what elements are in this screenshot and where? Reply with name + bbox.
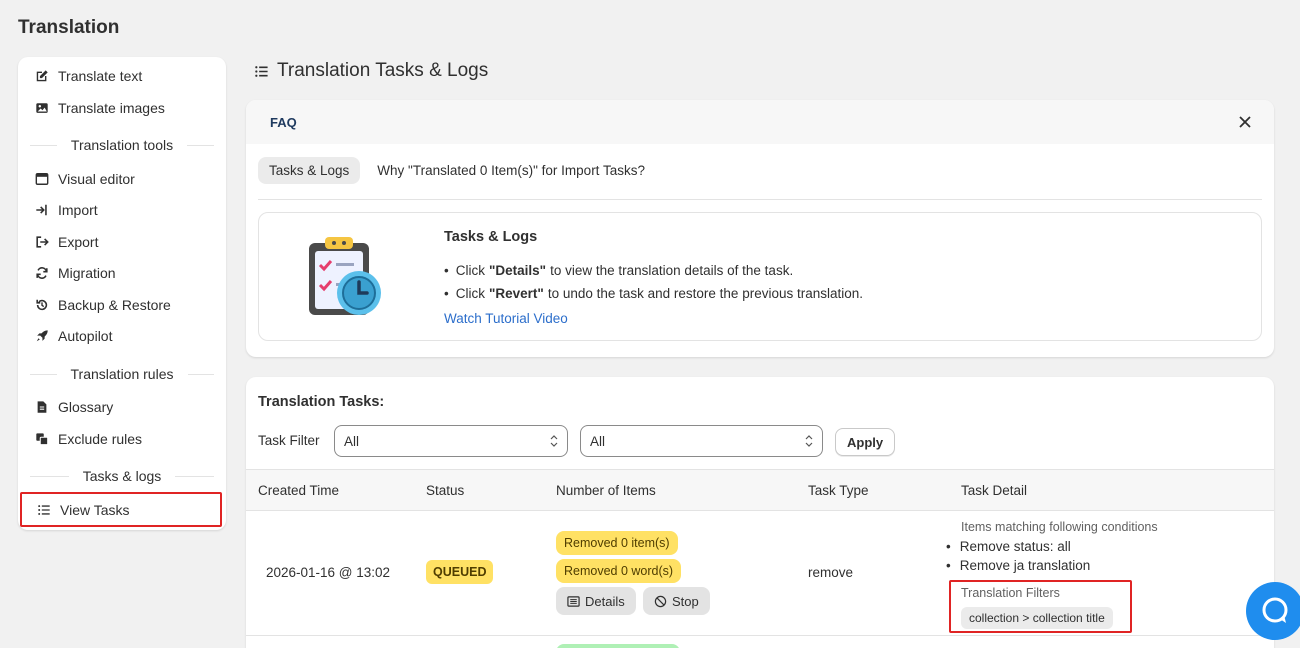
page-title: Translation Tasks & Logs [254,60,488,82]
chat-button[interactable] [1246,582,1300,640]
import-icon [35,203,49,217]
table-header: Created Time Status Number of Items Task… [246,469,1274,511]
sidebar-item-export[interactable]: Export [18,229,226,255]
filters-caption: Translation Filters [961,586,1060,600]
sidebar-item-visual-editor[interactable]: Visual editor [18,166,226,192]
sidebar-item-exclude-rules[interactable]: Exclude rules [18,426,226,452]
sidebar-item-translate-images[interactable]: Translate images [18,95,226,121]
column-header: Task Type [808,483,869,498]
list-icon [254,64,269,79]
rocket-icon [35,329,49,343]
words-badge: Removed 0 word(s) [556,559,682,583]
task-filter-select-1[interactable]: All [334,425,568,457]
task-filter-label: Task Filter [258,433,320,448]
status-badge-next [556,644,680,648]
sidebar-item-label: Exclude rules [58,431,143,447]
faq-header: FAQ [246,100,1274,144]
details-button[interactable]: Details [556,587,636,615]
apply-button[interactable]: Apply [835,428,896,456]
stop-button[interactable]: Stop [643,587,710,615]
sidebar: Translate text Translate images Translat… [18,57,226,530]
sidebar-item-label: Visual editor [58,171,135,187]
stop-circle-icon [654,595,667,607]
app-title: Translation [18,17,120,38]
refresh-icon [35,266,49,280]
divider [258,199,1262,200]
clipboard-clock-icon [303,233,387,323]
detail-list: Remove status: all Remove ja translation [946,537,1091,575]
items-badge: Removed 0 item(s) [556,531,678,555]
history-icon [35,298,49,312]
list-icon [37,503,51,517]
created-time: 2026-01-16 @ 13:02 [266,565,391,580]
list-item: Remove status: all [946,537,1090,556]
status-badge: QUEUED [426,560,494,584]
watch-tutorial-link[interactable]: Watch Tutorial Video [444,311,568,326]
faq-body-title: Tasks & Logs [444,229,538,245]
faq-tab-import-question[interactable]: Why "Translated 0 Item(s)" for Import Ta… [366,157,656,184]
faq-bullets: Click"Details"to view the translation de… [444,259,863,305]
faq-label: FAQ [270,114,297,130]
sidebar-item-view-tasks[interactable]: View Tasks [20,492,222,527]
chevron-up-down-icon [549,432,559,450]
detail-caption: Items matching following conditions [961,520,1158,534]
layers-icon [35,432,49,446]
sidebar-item-label: Translate images [58,100,165,116]
faq-tab-tasks-logs[interactable]: Tasks & Logs [258,157,361,184]
browser-icon [35,172,49,186]
sidebar-item-label: Glossary [58,399,114,415]
tasks-card: Translation Tasks: Task Filter All All A… [246,377,1274,648]
image-icon [35,101,49,115]
sidebar-item-label: Autopilot [58,328,113,344]
tasks-title: Translation Tasks: [258,394,385,410]
column-header: Created Time [258,483,340,498]
translation-filters-box: Translation Filters collection > collect… [949,580,1132,633]
sidebar-item-autopilot[interactable]: Autopilot [18,323,226,349]
sidebar-item-import[interactable]: Import [18,197,226,223]
chevron-up-down-icon [804,432,814,450]
sidebar-item-backup-restore[interactable]: Backup & Restore [18,292,226,318]
sidebar-item-label: Export [58,234,99,250]
faq-tabs: Tasks & Logs Why "Translated 0 Item(s)" … [258,157,656,184]
export-icon [35,235,49,249]
faq-content: Tasks & Logs Click"Details"to view the t… [258,212,1262,341]
task-filter-select-2[interactable]: All [580,425,823,457]
sidebar-item-label: View Tasks [60,501,130,518]
column-header: Status [426,483,465,498]
list-item: Remove ja translation [946,556,1091,575]
section-translation-tools: Translation tools [30,137,214,153]
sidebar-item-label: Backup & Restore [58,297,171,313]
filter-tag: collection > collection title [961,607,1113,629]
column-header: Number of Items [556,483,656,498]
document-icon [35,400,49,414]
list-item: Click"Revert"to undo the task and restor… [444,282,863,305]
sidebar-item-glossary[interactable]: Glossary [18,394,226,420]
chat-bubble-icon [1262,597,1288,623]
sidebar-item-label: Migration [58,265,116,281]
faq-card: FAQ Tasks & Logs Why "Translated 0 Item(… [246,100,1274,357]
section-tasks-logs: Tasks & logs [30,468,214,484]
sidebar-item-translate-text[interactable]: Translate text [18,63,226,89]
sidebar-item-migration[interactable]: Migration [18,260,226,286]
column-header: Task Detail [961,483,1028,498]
section-translation-rules: Translation rules [30,366,214,382]
divider [246,635,1274,636]
list-box-icon [567,595,580,607]
task-type: remove [808,565,854,580]
sidebar-item-label: Import [58,202,98,218]
close-icon[interactable] [1236,113,1254,131]
sidebar-item-label: Translate text [58,68,143,84]
list-item: Click"Details"to view the translation de… [444,259,863,282]
edit-icon [35,69,49,83]
